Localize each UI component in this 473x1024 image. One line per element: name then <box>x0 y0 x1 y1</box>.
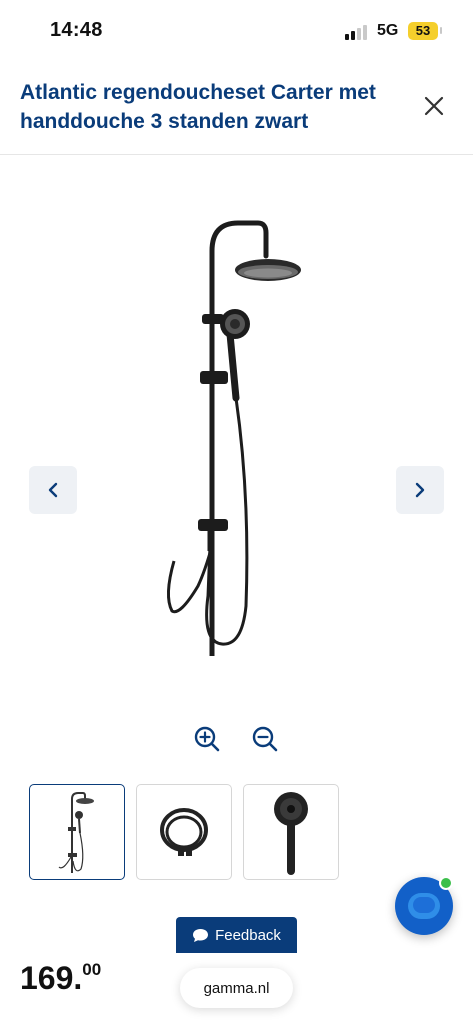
shower-set-thumbnail-image <box>58 792 94 873</box>
zoom-out-button[interactable] <box>251 725 279 753</box>
next-image-button[interactable] <box>396 466 444 514</box>
zoom-out-icon <box>252 726 278 752</box>
url-text: gamma.nl <box>203 979 270 997</box>
zoom-in-button[interactable] <box>193 725 221 753</box>
thumbnail-shower-set[interactable] <box>29 784 125 880</box>
product-image <box>167 220 301 656</box>
feedback-button[interactable]: Feedback <box>176 917 297 953</box>
product-header: Atlantic regendoucheset Carter met handd… <box>0 62 473 155</box>
hand-shower-thumbnail-image <box>274 792 308 875</box>
image-gallery <box>0 156 473 716</box>
product-price: 169.00 <box>20 960 101 997</box>
price-decimals: 00 <box>82 960 102 979</box>
product-title: Atlantic regendoucheset Carter met handd… <box>20 81 376 133</box>
chevron-right-icon <box>415 482 425 498</box>
cellular-signal-icon <box>345 24 369 40</box>
battery-indicator: 53 <box>408 22 438 40</box>
feedback-label: Feedback <box>215 926 281 944</box>
previous-image-button[interactable] <box>29 466 77 514</box>
price-integer: 169. <box>20 960 83 996</box>
shower-hose-thumbnail-image <box>160 808 208 856</box>
chevron-left-icon <box>48 482 58 498</box>
chat-icon-inner <box>413 897 435 913</box>
status-time: 14:48 <box>50 19 103 41</box>
network-type: 5G <box>377 22 399 39</box>
battery-cap <box>440 27 442 34</box>
browser-url-bar[interactable]: gamma.nl <box>180 968 293 1008</box>
close-icon <box>424 96 444 116</box>
online-status-dot <box>439 876 453 890</box>
thumbnail-hand-shower[interactable] <box>243 784 339 880</box>
thumbnail-shower-hose[interactable] <box>136 784 232 880</box>
chat-bubble-icon <box>193 928 209 942</box>
zoom-in-icon <box>194 726 220 752</box>
close-button[interactable] <box>418 90 450 122</box>
status-bar: 14:48 5G 53 <box>0 0 473 62</box>
